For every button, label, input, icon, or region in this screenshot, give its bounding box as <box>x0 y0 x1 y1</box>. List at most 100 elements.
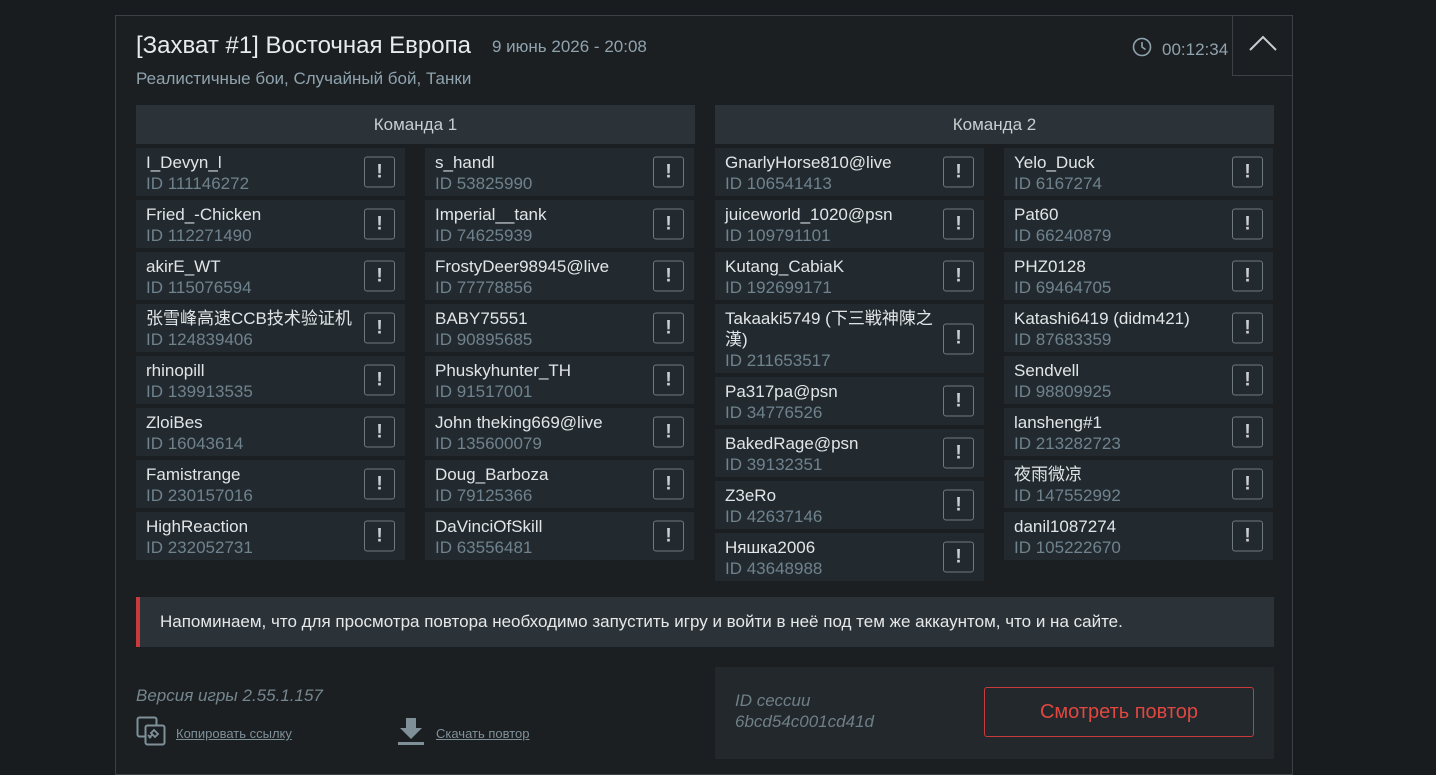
player-name[interactable]: HighReaction <box>146 516 355 537</box>
report-player-button[interactable]: ! <box>1232 520 1263 552</box>
download-icon <box>396 716 426 751</box>
player-row: lansheng#1 ID 213282723! <box>1004 408 1273 456</box>
report-player-button[interactable]: ! <box>364 416 395 448</box>
report-player-button[interactable]: ! <box>364 156 395 188</box>
player-name[interactable]: BABY75551 <box>435 308 644 329</box>
report-player-button[interactable]: ! <box>653 260 684 292</box>
player-name[interactable]: Fried_-Chicken <box>146 204 355 225</box>
report-player-button[interactable]: ! <box>943 437 974 469</box>
report-player-button[interactable]: ! <box>364 260 395 292</box>
player-id: ID 34776526 <box>725 403 823 422</box>
report-player-button[interactable]: ! <box>943 208 974 240</box>
player-row: Yelo_Duck ID 6167274! <box>1004 148 1273 196</box>
player-id: ID 109791101 <box>725 226 831 245</box>
player-id: ID 112271490 <box>146 226 252 245</box>
report-player-button[interactable]: ! <box>943 489 974 521</box>
player-id: ID 232052731 <box>146 538 253 557</box>
player-name[interactable]: ZloiBes <box>146 412 355 433</box>
player-name[interactable]: Pa317pa@psn <box>725 381 934 402</box>
player-row: juiceworld_1020@psn ID 109791101! <box>715 200 984 248</box>
report-player-button[interactable]: ! <box>1232 156 1263 188</box>
player-row: akirE_WT ID 115076594! <box>136 252 405 300</box>
report-player-button[interactable]: ! <box>1232 416 1263 448</box>
player-row: danil1087274 ID 105222670! <box>1004 512 1273 560</box>
player-name[interactable]: FrostyDeer98945@live <box>435 256 644 277</box>
copy-link-button[interactable]: Копировать ссылку <box>136 716 292 751</box>
report-player-button[interactable]: ! <box>364 364 395 396</box>
player-row: rhinopill ID 139913535! <box>136 356 405 404</box>
player-name[interactable]: 张雪峰高速CCB技术验证机 <box>146 308 355 329</box>
report-player-button[interactable]: ! <box>943 156 974 188</box>
replay-card: [Захват #1] Восточная Европа 9 июнь 2026… <box>115 15 1293 775</box>
player-row: ZloiBes ID 16043614! <box>136 408 405 456</box>
player-name[interactable]: I_Devyn_l <box>146 152 355 173</box>
player-name[interactable]: Sendvell <box>1014 360 1223 381</box>
report-player-button[interactable]: ! <box>1232 260 1263 292</box>
player-name[interactable]: Kutang_CabiaK <box>725 256 934 277</box>
report-player-button[interactable]: ! <box>653 468 684 500</box>
download-replay-button[interactable]: Скачать повтор <box>396 716 530 751</box>
report-player-button[interactable]: ! <box>653 520 684 552</box>
report-player-button[interactable]: ! <box>364 520 395 552</box>
player-id: ID 139913535 <box>146 382 253 401</box>
player-name[interactable]: Doug_Barboza <box>435 464 644 485</box>
report-player-button[interactable]: ! <box>1232 468 1263 500</box>
report-player-button[interactable]: ! <box>364 312 395 344</box>
player-name[interactable]: danil1087274 <box>1014 516 1223 537</box>
report-player-button[interactable]: ! <box>653 312 684 344</box>
player-name[interactable]: Katashi6419 (didm421) <box>1014 308 1223 329</box>
player-id: ID 124839406 <box>146 330 253 349</box>
player-name[interactable]: juiceworld_1020@psn <box>725 204 934 225</box>
player-name[interactable]: Takaaki5749 (下三戦神陳之漢) <box>725 308 934 350</box>
player-row: 张雪峰高速CCB技术验证机 ID 124839406! <box>136 304 405 352</box>
report-player-button[interactable]: ! <box>1232 208 1263 240</box>
player-row: Fried_-Chicken ID 112271490! <box>136 200 405 248</box>
player-column: Yelo_Duck ID 6167274! Pat60 ID 66240879! PHZ… <box>1004 148 1273 585</box>
player-name[interactable]: Famistrange <box>146 464 355 485</box>
report-player-button[interactable]: ! <box>943 260 974 292</box>
player-row: FrostyDeer98945@live ID 77778856! <box>425 252 694 300</box>
player-name[interactable]: Phuskyhunter_TH <box>435 360 644 381</box>
player-name[interactable]: lansheng#1 <box>1014 412 1223 433</box>
player-name[interactable]: Няшка2006 <box>725 537 934 558</box>
collapse-button[interactable] <box>1232 15 1293 76</box>
player-row: Z3eRo ID 42637146! <box>715 481 984 529</box>
report-player-button[interactable]: ! <box>943 541 974 573</box>
player-name[interactable]: John theking669@live <box>435 412 644 433</box>
player-id: ID 87683359 <box>1014 330 1112 349</box>
player-name[interactable]: 夜雨微凉 <box>1014 464 1223 485</box>
report-player-button[interactable]: ! <box>653 364 684 396</box>
report-player-button[interactable]: ! <box>653 208 684 240</box>
player-row: Kutang_CabiaK ID 192699171! <box>715 252 984 300</box>
player-name[interactable]: Yelo_Duck <box>1014 152 1223 173</box>
player-row: Phuskyhunter_TH ID 91517001! <box>425 356 694 404</box>
report-player-button[interactable]: ! <box>653 156 684 188</box>
link-copy-icon <box>136 716 166 751</box>
duration-value: 00:12:34 <box>1162 39 1229 59</box>
player-column: GnarlyHorse810@live ID 106541413! juicewor… <box>715 148 984 585</box>
report-player-button[interactable]: ! <box>653 416 684 448</box>
report-player-button[interactable]: ! <box>364 208 395 240</box>
player-name[interactable]: Pat60 <box>1014 204 1223 225</box>
player-name[interactable]: akirE_WT <box>146 256 355 277</box>
report-player-button[interactable]: ! <box>943 385 974 417</box>
report-player-button[interactable]: ! <box>1232 312 1263 344</box>
report-player-button[interactable]: ! <box>364 468 395 500</box>
watch-replay-button[interactable]: Смотреть повтор <box>984 687 1254 737</box>
player-name[interactable]: Z3eRo <box>725 485 934 506</box>
player-name[interactable]: BakedRage@psn <box>725 433 934 454</box>
player-name[interactable]: GnarlyHorse810@live <box>725 152 934 173</box>
player-row: Pat60 ID 66240879! <box>1004 200 1273 248</box>
report-player-button[interactable]: ! <box>1232 364 1263 396</box>
player-name[interactable]: rhinopill <box>146 360 355 381</box>
team-header: Команда 1 <box>136 105 695 144</box>
player-name[interactable]: Imperial__tank <box>435 204 644 225</box>
battle-duration: 00:12:34 <box>1132 37 1228 62</box>
player-row: BakedRage@psn ID 39132351! <box>715 429 984 477</box>
player-id: ID 74625939 <box>435 226 533 245</box>
game-version: Версия игры 2.55.1.157 <box>136 686 323 705</box>
report-player-button[interactable]: ! <box>943 323 974 354</box>
player-name[interactable]: s_handl <box>435 152 644 173</box>
player-name[interactable]: PHZ0128 <box>1014 256 1223 277</box>
player-name[interactable]: DaVinciOfSkill <box>435 516 644 537</box>
